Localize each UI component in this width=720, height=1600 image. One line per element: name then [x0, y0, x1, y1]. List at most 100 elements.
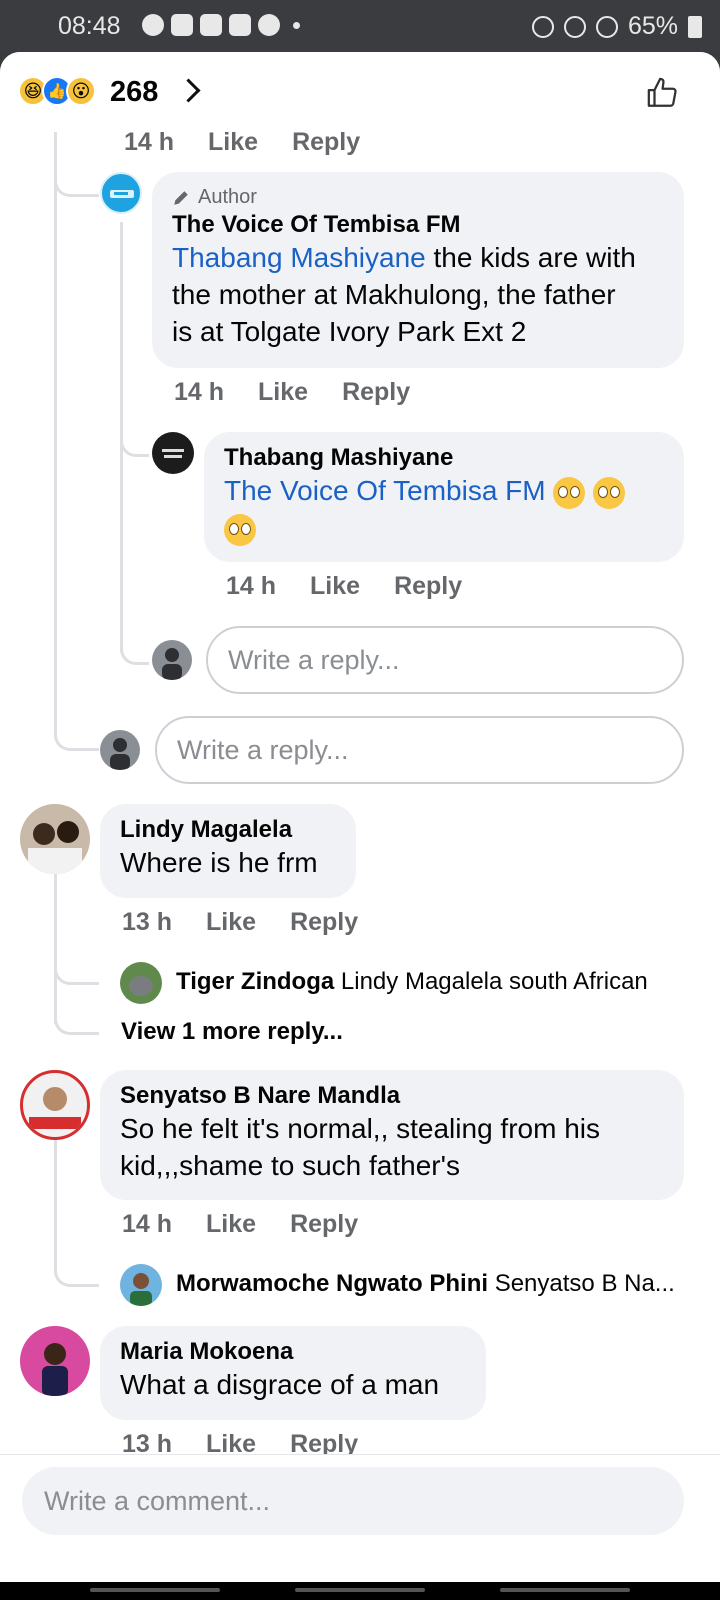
mute-icon [563, 15, 586, 38]
pencil-icon [174, 190, 188, 205]
like-link[interactable]: Like [206, 908, 256, 937]
comment-time: 14 h [124, 128, 175, 156]
thread-connector [54, 1002, 99, 1035]
like-link[interactable]: Like [310, 572, 360, 601]
status-bar: 08:48 65% [0, 0, 720, 52]
user-silhouette-icon [110, 738, 130, 770]
comments-sheet: 😆 👍 😮 268 14 h Like Reply Author The Voi… [0, 52, 720, 1582]
comment-text: What a disgrace of a man [120, 1369, 440, 1400]
like-link[interactable]: Like [258, 378, 308, 407]
avatar[interactable] [120, 962, 162, 1004]
comment-time: 14 h [226, 572, 277, 600]
system-icons: 65% [531, 12, 702, 41]
comment-bubble[interactable]: Author The Voice Of Tembisa FM Thabang M… [152, 172, 684, 368]
like-thumb-icon[interactable] [646, 76, 680, 110]
thread-connector [54, 162, 99, 197]
reply-snippet: Lindy Magalela south African [340, 968, 648, 995]
comment-time: 14 h [122, 1210, 173, 1238]
nested-reply-preview[interactable]: Tiger Zindoga Lindy Magalela south Afric… [176, 968, 648, 996]
more-notifications-dot [293, 21, 300, 29]
reply-link[interactable]: Reply [292, 128, 360, 157]
comment-actions: 14 h Like Reply [174, 378, 410, 407]
commenter-name[interactable]: The Voice Of Tembisa FM [172, 211, 664, 239]
avatar[interactable] [20, 1326, 90, 1396]
avatar[interactable] [120, 1264, 162, 1306]
elephant-photo-icon [129, 976, 153, 996]
reactions-summary[interactable]: 😆 👍 😮 [18, 76, 96, 106]
comment-text-part: is at Tolgate Ivory Park Ext 2 [172, 316, 527, 347]
profile-photo-icon [130, 1273, 152, 1306]
thread-connector [54, 1252, 99, 1287]
comment-text-part: So he felt it's normal,, stealing from h… [120, 1113, 600, 1144]
mention-link[interactable]: The Voice Of Tembisa FM [224, 475, 546, 506]
comment-text-part: the kids are with [433, 242, 636, 273]
rolling-eyes-emoji [224, 513, 256, 546]
comment-time: 13 h [122, 908, 173, 936]
comment-composer: Write a comment... [0, 1454, 720, 1551]
comment-text: Thabang Mashiyane the kids are with the m… [172, 239, 664, 350]
author-label: Author [198, 186, 257, 208]
reply-link[interactable]: Reply [394, 572, 462, 601]
reply-link[interactable]: Reply [290, 1210, 358, 1239]
wifi-signal-icon [595, 15, 618, 38]
wow-reaction-icon: 😮 [66, 76, 96, 106]
commenter-name[interactable]: Morwamoche Ngwato Phini [176, 1270, 488, 1297]
reply-snippet: Senyatso B Na... [494, 1270, 675, 1297]
commenter-name[interactable]: Senyatso B Nare Mandla [120, 1082, 664, 1110]
commenter-name[interactable]: Thabang Mashiyane [224, 444, 664, 472]
profile-photo-icon [28, 821, 82, 874]
avatar[interactable] [152, 432, 194, 474]
avatar[interactable] [100, 172, 142, 214]
comment-text: Where is he frm [120, 847, 318, 878]
notification-icons [142, 14, 300, 36]
commenter-name[interactable]: Tiger Zindoga [176, 968, 334, 995]
app-icon [258, 14, 280, 36]
reaction-count[interactable]: 268 [110, 76, 158, 109]
calendar-icon [229, 14, 251, 36]
reply-link[interactable]: Reply [342, 378, 410, 407]
alarm-icon [531, 15, 554, 38]
avatar [152, 640, 192, 680]
comment-text: So he felt it's normal,, stealing from h… [120, 1110, 664, 1184]
comment-text-part: kid,,,shame to such father's [120, 1150, 460, 1181]
reply-link[interactable]: Reply [290, 908, 358, 937]
comment-bubble[interactable]: Maria Mokoena What a disgrace of a man [100, 1326, 486, 1420]
rolling-eyes-emoji [553, 476, 586, 509]
avatar[interactable] [20, 804, 90, 874]
youtube-icon [171, 14, 193, 36]
write-comment-input[interactable]: Write a comment... [22, 1467, 684, 1535]
mention-link[interactable]: Thabang Mashiyane [172, 242, 426, 273]
comment-text-part: the mother at Makhulong, the father [172, 279, 616, 310]
like-link[interactable]: Like [208, 128, 258, 157]
comment-bubble[interactable]: Lindy Magalela Where is he frm [100, 804, 356, 898]
thread-line [54, 132, 57, 722]
avatar [100, 730, 140, 770]
nested-reply-preview[interactable]: Morwamoche Ngwato Phini Senyatso B Na... [176, 1270, 675, 1298]
comments-header: 😆 👍 😮 268 [0, 52, 720, 132]
commenter-name[interactable]: Maria Mokoena [120, 1338, 466, 1366]
profile-photo-icon [42, 1343, 68, 1396]
rolling-eyes-emoji [593, 476, 626, 509]
write-reply-input[interactable]: Write a reply... [206, 626, 684, 694]
user-silhouette-icon [162, 648, 182, 680]
nav-handle[interactable] [500, 1588, 630, 1592]
view-more-replies-link[interactable]: View 1 more reply... [121, 1018, 343, 1046]
chevron-right-icon[interactable] [176, 78, 201, 103]
commenter-name[interactable]: Lindy Magalela [120, 816, 336, 844]
thread-connector [120, 422, 149, 457]
gesture-nav-bar [0, 1582, 720, 1600]
comment-bubble[interactable]: Senyatso B Nare Mandla So he felt it's n… [100, 1070, 684, 1200]
comment-bubble[interactable]: Thabang Mashiyane The Voice Of Tembisa F… [204, 432, 684, 562]
battery-percent: 65% [627, 12, 678, 40]
author-badge: Author [172, 186, 664, 209]
praying-logo-icon [162, 449, 184, 458]
like-link[interactable]: Like [206, 1210, 256, 1239]
avatar[interactable] [20, 1070, 90, 1140]
thread-connector [54, 952, 99, 985]
comment-actions: 14 h Like Reply [226, 572, 462, 601]
nav-handle[interactable] [90, 1588, 220, 1592]
comment-actions: 14 h Like Reply [122, 1210, 358, 1239]
write-reply-input[interactable]: Write a reply... [155, 716, 684, 784]
facebook-icon [142, 14, 164, 36]
nav-handle[interactable] [295, 1588, 425, 1592]
